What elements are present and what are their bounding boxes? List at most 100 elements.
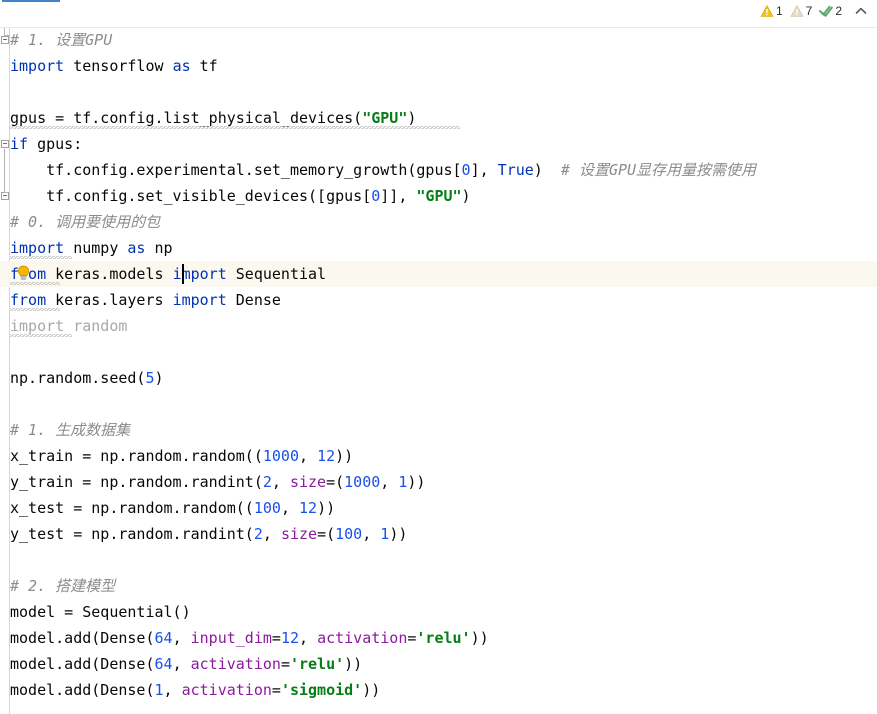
- code-line[interactable]: from keras.layers import Dense: [0, 287, 877, 313]
- code-line[interactable]: from keras.models import Sequential: [0, 261, 877, 287]
- code-token: =(: [326, 473, 345, 491]
- code-line[interactable]: model = Sequential(): [0, 599, 877, 625]
- code-token: =(: [317, 525, 336, 543]
- text-caret: [181, 264, 184, 284]
- code-content[interactable]: # 深度多层感应器神经网络模型# 1. 设置GPUimport tensorfl…: [0, 1, 877, 703]
- code-token: y_train = np.random.randint(: [10, 473, 263, 491]
- weak-warning-indicator[interactable]: 7: [788, 4, 815, 18]
- code-token: 12: [280, 629, 299, 647]
- code-token: model.add(Dense(: [10, 681, 155, 699]
- code-line[interactable]: x_test = np.random.random((100, 12)): [0, 495, 877, 521]
- green-double-check-icon: [819, 4, 834, 18]
- code-token: activation: [317, 629, 408, 647]
- warning-squiggle-from-keras-layers: [10, 308, 60, 311]
- code-token: ): [461, 187, 471, 205]
- warning-squiggle-import-numpy: [10, 256, 72, 259]
- code-token: gpus:: [28, 135, 83, 153]
- code-line[interactable]: [0, 339, 877, 365]
- code-token: True: [497, 161, 534, 179]
- code-token: ,: [172, 629, 191, 647]
- code-token: ): [533, 161, 561, 179]
- code-token: 1000: [262, 447, 299, 465]
- code-token: size: [289, 473, 327, 491]
- code-token: # 1. 设置GPU: [10, 31, 113, 49]
- warning-squiggle-gpus: [10, 126, 460, 129]
- code-token: )): [407, 473, 426, 491]
- code-line[interactable]: [0, 547, 877, 573]
- code-token: as: [127, 239, 146, 257]
- code-token: tf.config.experimental.set_memory_growth…: [10, 161, 462, 179]
- code-line[interactable]: x_train = np.random.random((1000, 12)): [0, 443, 877, 469]
- inspection-widget[interactable]: 1 7 2: [758, 3, 869, 19]
- warning-triangle-icon: [760, 4, 774, 18]
- code-token: ,: [362, 525, 381, 543]
- code-editor[interactable]: 1 7 2 # 1. 设置GPU import tensorflow as tf…: [0, 0, 877, 714]
- code-token: 12: [299, 499, 318, 517]
- code-token: 1: [380, 525, 390, 543]
- code-token: )): [470, 629, 489, 647]
- code-line[interactable]: import random: [0, 313, 877, 339]
- code-token: 64: [154, 655, 173, 673]
- code-token: keras.models: [46, 265, 173, 283]
- weak-warning-triangle-icon: [790, 4, 804, 18]
- code-token: )): [362, 681, 381, 699]
- code-token: "GPU": [416, 187, 462, 205]
- typo-indicator[interactable]: 2: [817, 4, 844, 18]
- code-line[interactable]: # 1. 生成数据集: [0, 417, 877, 443]
- code-token: 64: [154, 629, 173, 647]
- code-token: # 设置GPU显存用量按需使用: [560, 161, 757, 179]
- warning-indicator[interactable]: 1: [758, 4, 785, 18]
- code-token: ): [154, 369, 164, 387]
- code-token: 2: [262, 473, 272, 491]
- code-line[interactable]: tf.config.set_visible_devices([gpus[0]],…: [0, 183, 877, 209]
- code-token: ,: [380, 473, 399, 491]
- code-token: ,: [172, 655, 191, 673]
- code-token: # 2. 搭建模型: [10, 577, 116, 595]
- warning-squiggle-import-random: [10, 334, 72, 337]
- code-token: 'relu': [289, 655, 345, 673]
- code-token: model.add(Dense(: [10, 629, 155, 647]
- code-token: as: [172, 57, 191, 75]
- code-token: Dense: [226, 291, 281, 309]
- active-tab-underline: [2, 0, 60, 2]
- lightbulb-icon[interactable]: [16, 265, 31, 283]
- code-line[interactable]: np.random.seed(5): [0, 365, 877, 391]
- code-line[interactable]: y_train = np.random.randint(2, size=(100…: [0, 469, 877, 495]
- code-line[interactable]: tf.config.experimental.set_memory_growth…: [0, 157, 877, 183]
- code-token: ,: [163, 681, 182, 699]
- code-line[interactable]: model.add(Dense(1, activation='sigmoid')…: [0, 677, 877, 703]
- code-token: ]],: [380, 187, 417, 205]
- code-token: 'relu': [416, 629, 471, 647]
- code-token: ],: [470, 161, 498, 179]
- code-line[interactable]: import tensorflow as tf: [0, 53, 877, 79]
- code-token: )): [317, 499, 336, 517]
- code-token: 12: [317, 447, 336, 465]
- code-token: x_test = np.random.random((: [10, 499, 254, 517]
- code-token: ,: [299, 629, 318, 647]
- code-line[interactable]: [0, 391, 877, 417]
- code-token: x_train = np.random.random((: [10, 447, 263, 465]
- code-line[interactable]: [0, 79, 877, 105]
- code-line[interactable]: # 0. 调用要使用的包: [0, 209, 877, 235]
- code-line[interactable]: import numpy as np: [0, 235, 877, 261]
- code-line[interactable]: model.add(Dense(64, activation='relu')): [0, 651, 877, 677]
- code-token: )): [335, 447, 354, 465]
- chevron-up-icon[interactable]: [853, 3, 869, 19]
- code-line[interactable]: # 2. 搭建模型: [0, 573, 877, 599]
- code-token: )): [344, 655, 363, 673]
- code-token: size: [280, 525, 318, 543]
- code-line[interactable]: y_test = np.random.randint(2, size=(100,…: [0, 521, 877, 547]
- code-token: tf: [190, 57, 218, 75]
- code-token: gpus = tf.config.list_physical_devices(: [10, 109, 363, 127]
- code-token: =: [280, 655, 290, 673]
- code-token: ,: [280, 499, 299, 517]
- code-line[interactable]: # 1. 设置GPU: [0, 27, 877, 53]
- code-token: np: [145, 239, 173, 257]
- code-token: from: [10, 291, 47, 309]
- code-token: model.add(Dense(: [10, 655, 155, 673]
- code-token: 1000: [344, 473, 381, 491]
- code-line[interactable]: model.add(Dense(64, input_dim=12, activa…: [0, 625, 877, 651]
- code-token: y_test = np.random.randint(: [10, 525, 254, 543]
- code-line[interactable]: if gpus:: [0, 131, 877, 157]
- code-token: if: [10, 135, 29, 153]
